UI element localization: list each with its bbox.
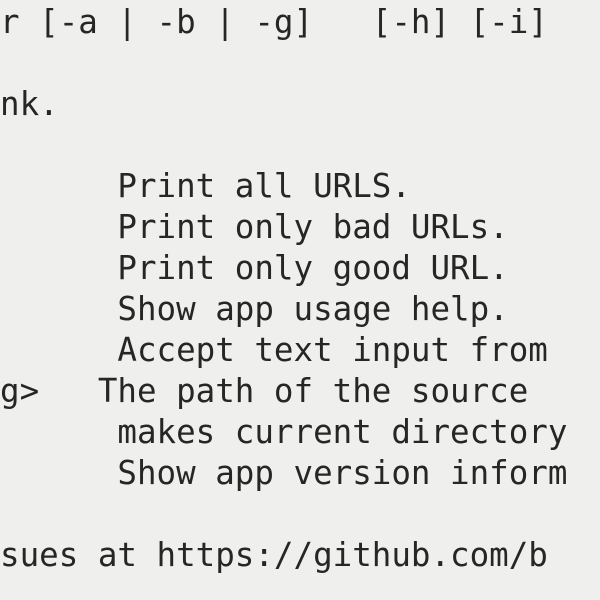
description-line: nk.	[0, 85, 59, 123]
option-all-description: Print all URLS.	[0, 167, 411, 205]
usage-line: r [-a | -b | -g] [-h] [-i]	[0, 3, 548, 41]
option-path-continuation: makes current directory	[0, 413, 568, 451]
option-path-description: g> The path of the source	[0, 372, 529, 410]
terminal-output: r [-a | -b | -g] [-h] [-i] nk. Print all…	[0, 0, 600, 600]
option-version-description: Show app version inform	[0, 454, 568, 492]
option-help-description: Show app usage help.	[0, 290, 509, 328]
issues-link-line: sues at https://github.com/b	[0, 536, 548, 574]
option-bad-description: Print only bad URLs.	[0, 208, 509, 246]
option-input-description: Accept text input from	[0, 331, 548, 369]
option-good-description: Print only good URL.	[0, 249, 509, 287]
